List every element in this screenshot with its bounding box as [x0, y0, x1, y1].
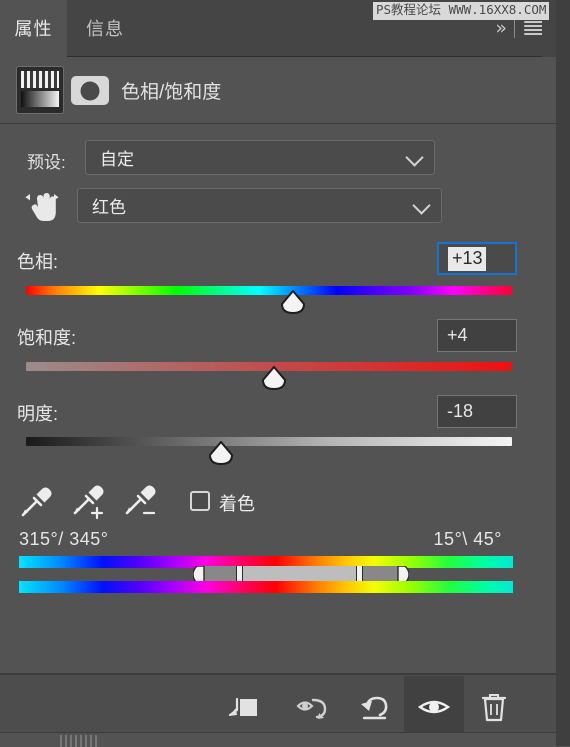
saturation-input[interactable]: +4: [437, 319, 517, 352]
hue-value: +13: [448, 246, 486, 271]
tab-bar-divider: [514, 18, 515, 38]
on-image-adjustment-hand-icon[interactable]: [20, 185, 64, 227]
lightness-slider-track[interactable]: [26, 437, 512, 446]
preset-dropdown[interactable]: 自定: [85, 140, 435, 175]
hue-saturation-icon: [16, 66, 64, 114]
tab-properties-label: 属性: [14, 19, 53, 39]
lightness-label: 明度:: [17, 404, 59, 424]
color-range-right-degrees: 15°\ 45°: [433, 529, 502, 549]
view-previous-state-icon[interactable]: [284, 676, 344, 737]
preset-label: 预设:: [27, 153, 66, 172]
page-title: 色相/饱和度: [121, 81, 222, 103]
hue-slider-thumb[interactable]: [279, 290, 307, 314]
hue-input[interactable]: +13: [437, 242, 517, 275]
chevron-down-icon: [405, 147, 424, 167]
tab-info[interactable]: 信息: [67, 0, 143, 56]
eyedropper-add-icon[interactable]: [70, 484, 110, 520]
lightness-value: -18: [447, 401, 474, 421]
tab-info-label: 信息: [86, 19, 124, 39]
clip-to-layer-icon[interactable]: [213, 676, 273, 737]
panel-footer: [0, 674, 556, 747]
saturation-slider-thumb[interactable]: [260, 366, 288, 390]
panel-resize-edge[interactable]: [0, 732, 556, 747]
adjustment-header: 色相/饱和度: [0, 57, 556, 124]
lightness-input[interactable]: -18: [437, 395, 517, 428]
saturation-label: 饱和度:: [17, 328, 77, 348]
toggle-layer-visibility-icon[interactable]: [404, 676, 464, 737]
preset-value: 自定: [100, 150, 134, 169]
saturation-value: +4: [447, 325, 468, 345]
eyedropper-subtract-icon[interactable]: [122, 484, 162, 520]
color-range-left-degrees: 315°/ 345°: [19, 529, 109, 549]
collapse-to-icons-icon[interactable]: »: [495, 18, 507, 38]
panel-right-gutter: [556, 0, 570, 746]
lightness-slider-thumb[interactable]: [207, 441, 235, 465]
channel-value: 红色: [92, 198, 126, 217]
resize-grip[interactable]: [60, 735, 100, 747]
chevron-down-icon: [412, 195, 431, 215]
colorize-label: 着色: [219, 494, 255, 514]
tab-properties[interactable]: 属性: [0, 0, 67, 57]
delete-adjustment-layer-icon[interactable]: [464, 676, 524, 737]
hue-slider-track[interactable]: [26, 286, 512, 295]
eyedropper-icon[interactable]: [18, 484, 58, 520]
layer-mask-thumbnail[interactable]: [71, 76, 109, 105]
colorize-checkbox[interactable]: [190, 491, 210, 511]
properties-panel: 属性 信息 » PS教程论坛 WWW.16XX8.COM 色相/饱和度 预设: …: [0, 0, 556, 747]
reset-icon[interactable]: [344, 676, 404, 737]
hue-label: 色相:: [17, 252, 59, 272]
watermark: PS教程论坛 WWW.16XX8.COM: [373, 2, 550, 20]
channel-dropdown[interactable]: 红色: [77, 188, 442, 223]
color-range-spectrum-bottom: [19, 581, 513, 593]
